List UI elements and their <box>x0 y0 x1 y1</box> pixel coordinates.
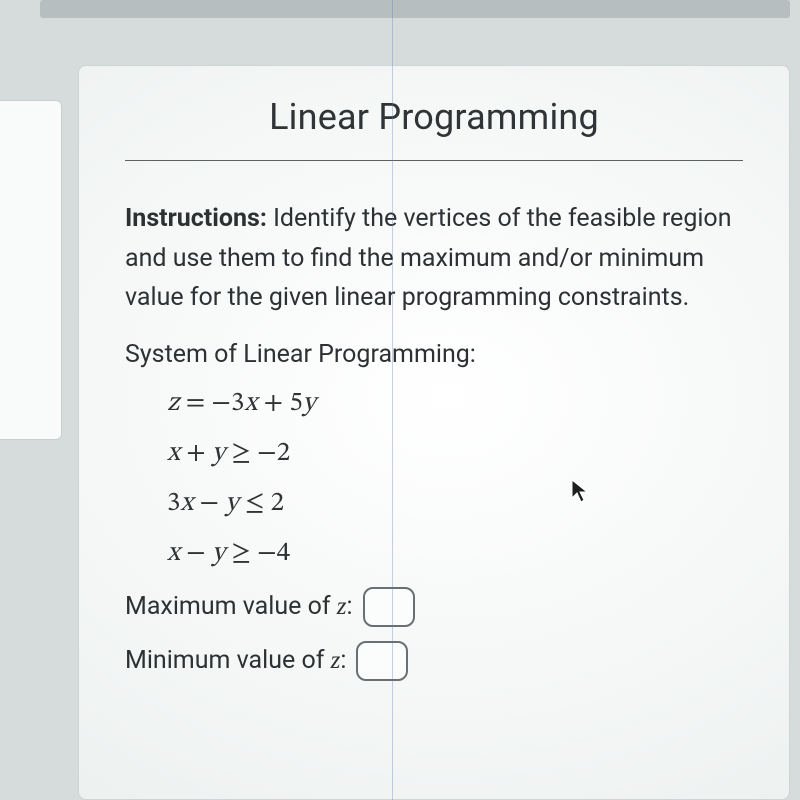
objective-function: z = −3x + 5y <box>167 387 743 421</box>
instructions-label: Instructions: <box>125 204 267 233</box>
constraint-2: 3x − y ≤ 2 <box>167 487 743 521</box>
page-title: Linear Programming <box>125 96 743 160</box>
equation-block: z = −3x + 5y x + y ≥ −2 3x − y ≤ 2 x − y… <box>125 387 743 571</box>
max-label: Maximum value of z: <box>125 592 353 621</box>
system-label: System of Linear Programming: <box>125 340 743 369</box>
max-answer-row: Maximum value of z: <box>125 587 743 627</box>
title-divider <box>125 160 743 161</box>
left-side-panel <box>0 100 62 440</box>
min-label: Minimum value of z: <box>125 646 346 675</box>
min-answer-row: Minimum value of z: <box>125 641 743 681</box>
instructions-paragraph: Instructions: Identify the vertices of t… <box>125 199 743 318</box>
top-panel-strip <box>40 0 790 18</box>
answers-block: Maximum value of z: Minimum value of z: <box>125 587 743 681</box>
content-card: Linear Programming Instructions: Identif… <box>78 65 790 800</box>
max-value-input[interactable] <box>363 587 415 627</box>
constraint-1: x + y ≥ −2 <box>167 437 743 471</box>
constraint-3: x − y ≥ −4 <box>167 537 743 571</box>
min-value-input[interactable] <box>356 641 408 681</box>
